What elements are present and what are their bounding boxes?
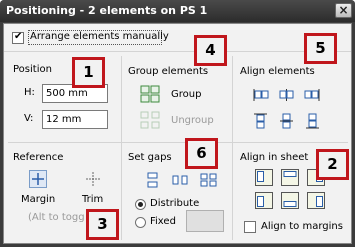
trim-reference-icon[interactable] <box>84 170 102 188</box>
close-icon[interactable]: × <box>335 3 352 18</box>
window-title: Positioning - 2 elements on PS 1 <box>6 4 208 17</box>
column-separator-1 <box>121 56 122 240</box>
group-icon[interactable] <box>140 85 160 103</box>
middle-separator <box>8 142 348 143</box>
v-label: V: <box>24 113 34 124</box>
sheet-bottom-center-icon[interactable] <box>281 192 299 209</box>
callout-badge-3: 3 <box>86 209 119 240</box>
sheet-bottom-left-icon[interactable] <box>255 192 273 209</box>
align-top-icon[interactable] <box>252 112 269 130</box>
positioning-window: Positioning - 2 elements on PS 1 × Arran… <box>0 0 355 247</box>
v-input[interactable]: 12 mm <box>42 110 108 129</box>
toggle-hint: (Alt to togg <box>28 212 85 223</box>
sheet-top-left-icon[interactable] <box>255 169 273 186</box>
callout-badge-5: 5 <box>304 33 337 64</box>
callout-badge-4: 4 <box>194 35 227 66</box>
margin-reference-icon[interactable] <box>29 170 47 188</box>
fixed-gap-input[interactable] <box>186 210 224 232</box>
distribute-radio[interactable] <box>135 199 146 210</box>
group-heading: Group elements <box>128 66 209 77</box>
align-left-icon[interactable] <box>252 87 269 103</box>
column-separator-2 <box>232 56 233 240</box>
top-separator <box>4 51 351 52</box>
callout-badge-6: 6 <box>185 138 218 169</box>
group-label[interactable]: Group <box>171 89 201 100</box>
align-to-margins-checkbox[interactable] <box>244 221 256 233</box>
trim-label: Trim <box>82 194 104 205</box>
margin-label: Margin <box>21 194 56 205</box>
fixed-radio[interactable] <box>135 217 146 228</box>
gaps-heading: Set gaps <box>128 152 172 163</box>
align-middle-icon[interactable] <box>278 112 295 130</box>
position-heading: Position <box>13 64 52 75</box>
arrange-manually-label: Arrange elements manually <box>30 31 169 42</box>
ungroup-label: Ungroup <box>171 115 214 126</box>
distribute-label: Distribute <box>150 198 200 209</box>
horizontal-gap-icon[interactable] <box>172 172 189 188</box>
sheet-bottom-right-icon[interactable] <box>307 192 325 209</box>
vertical-gap-icon[interactable] <box>144 172 161 188</box>
align-to-margins-label: Align to margins <box>261 221 343 232</box>
callout-badge-2: 2 <box>316 149 349 180</box>
align-center-horizontal-icon[interactable] <box>278 87 295 103</box>
align-heading: Align elements <box>240 66 315 77</box>
sheet-heading: Align in sheet <box>240 152 309 163</box>
align-right-icon[interactable] <box>304 87 321 103</box>
grid-gap-icon[interactable] <box>200 172 217 188</box>
fixed-label: Fixed <box>150 216 176 227</box>
align-bottom-icon[interactable] <box>304 112 321 130</box>
sheet-top-center-icon[interactable] <box>281 169 299 186</box>
title-bar[interactable]: Positioning - 2 elements on PS 1 × <box>0 0 355 22</box>
h-label: H: <box>24 87 35 98</box>
ungroup-icon <box>140 111 160 129</box>
callout-badge-1: 1 <box>72 57 105 88</box>
reference-heading: Reference <box>13 152 64 163</box>
dialog-body: Arrange elements manually Position H: 50… <box>3 23 352 244</box>
arrange-manually-checkbox[interactable] <box>12 31 24 44</box>
